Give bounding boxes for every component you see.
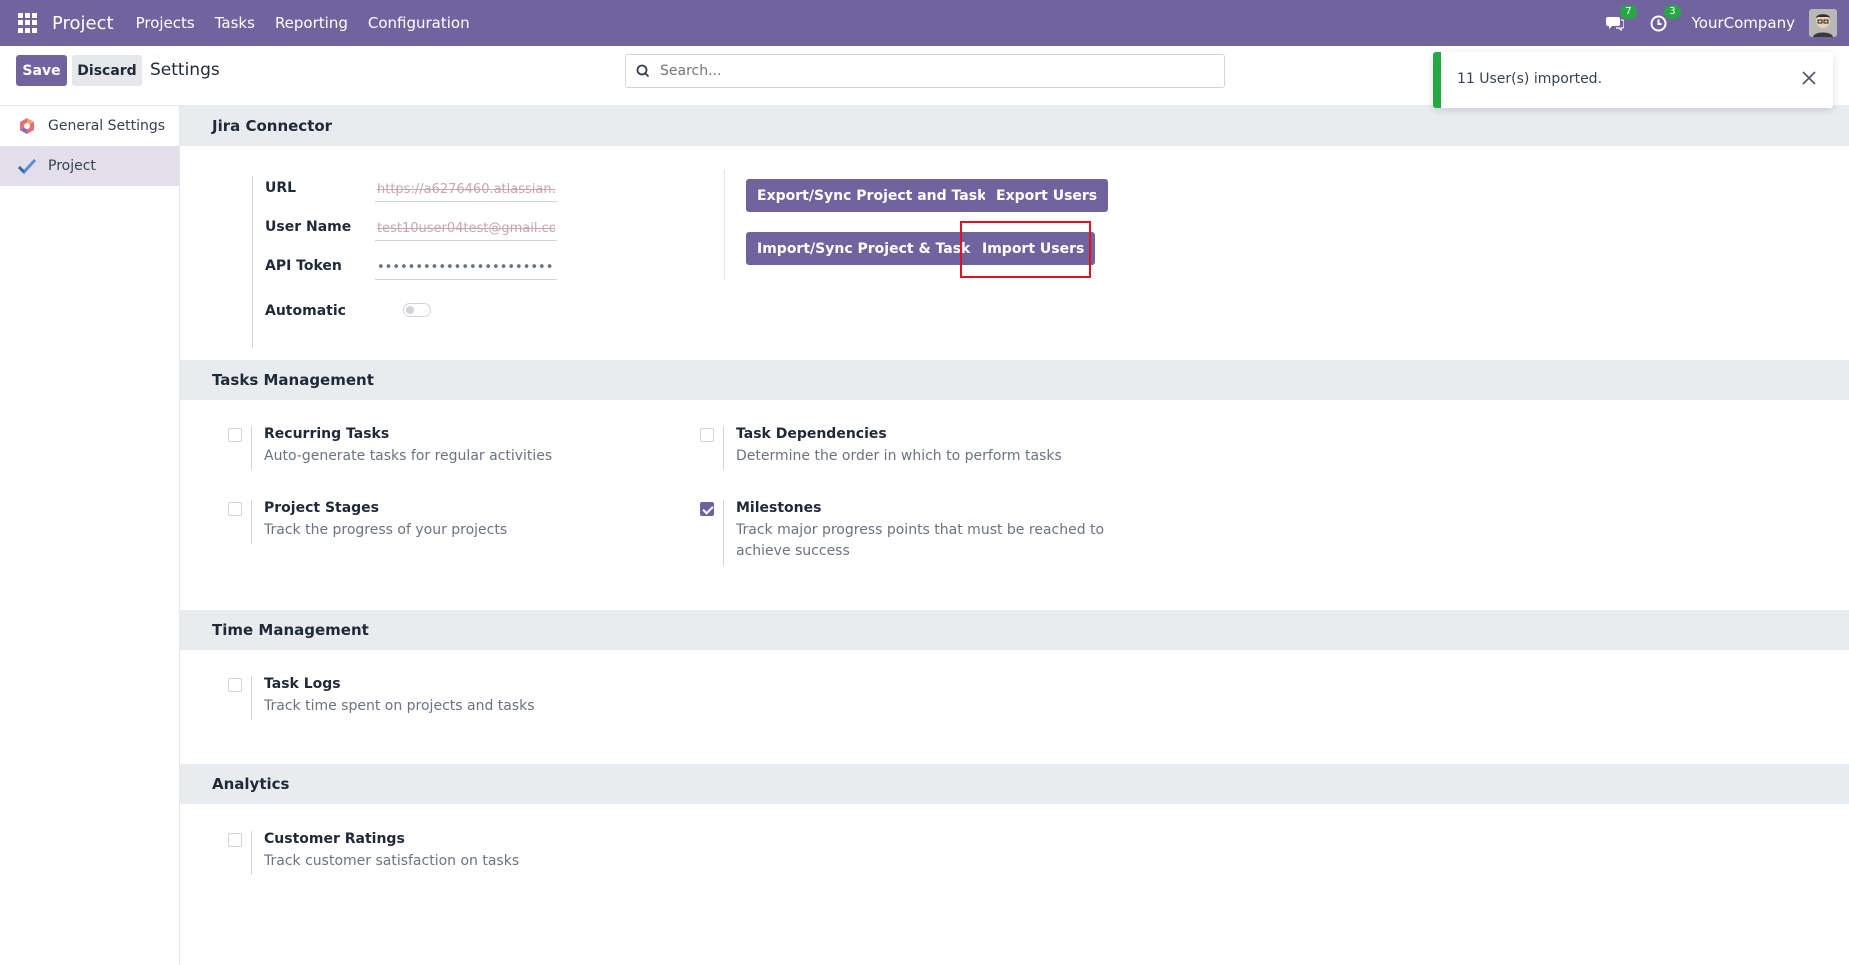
menu-projects[interactable]: Projects	[136, 14, 195, 32]
option-title: Project Stages	[264, 500, 380, 516]
menu-tasks[interactable]: Tasks	[215, 14, 255, 32]
jira-credentials: URL User Name API Token Automatic	[252, 176, 582, 348]
option-desc: Track major progress points that must be…	[736, 522, 1105, 559]
search-input[interactable]	[660, 63, 1200, 79]
option-desc: Auto-generate tasks for regular activiti…	[264, 448, 553, 464]
task-dependencies-checkbox[interactable]	[700, 428, 714, 442]
sidebar-item-label: Project	[48, 158, 96, 174]
messages-count-badge: 7	[1620, 5, 1637, 19]
option-divider	[251, 500, 252, 544]
option-title: Task Dependencies	[736, 426, 887, 442]
option-desc: Determine the order in which to perform …	[736, 448, 1062, 464]
option-task-logs: Task Logs Track time spent on projects a…	[228, 676, 648, 720]
option-divider	[723, 426, 724, 470]
automatic-toggle[interactable]	[403, 303, 431, 317]
option-divider	[723, 500, 724, 566]
option-milestones: Milestones Track major progress points t…	[700, 500, 1120, 566]
option-desc: Track customer satisfaction on tasks	[264, 853, 520, 869]
section-tasks-management: Tasks Management	[180, 360, 1849, 400]
clock-icon	[1650, 15, 1667, 31]
username-label: User Name	[265, 219, 352, 235]
success-notification: 11 User(s) imported.	[1433, 52, 1833, 108]
option-desc: Track time spent on projects and tasks	[264, 698, 535, 714]
activities-count-badge: 3	[1664, 5, 1681, 19]
breadcrumb: Settings	[150, 60, 220, 80]
menu-configuration[interactable]: Configuration	[368, 14, 470, 32]
activities-button[interactable]: 3	[1648, 5, 1681, 34]
option-title: Customer Ratings	[264, 831, 405, 847]
messages-button[interactable]: 7	[1604, 5, 1637, 34]
sidebar-item-label: General Settings	[48, 118, 166, 134]
task-logs-checkbox[interactable]	[228, 678, 242, 692]
option-task-dependencies: Task Dependencies Determine the order in…	[700, 426, 1120, 470]
option-title: Recurring Tasks	[264, 426, 390, 442]
sidebar-item-project[interactable]: Project	[0, 146, 179, 186]
apps-grid-icon[interactable]	[18, 13, 38, 33]
automatic-label: Automatic	[265, 303, 346, 319]
username-field[interactable]	[375, 219, 557, 241]
section-time-management: Time Management	[180, 610, 1849, 650]
option-title: Milestones	[736, 500, 822, 516]
export-sync-project-tasks-button[interactable]: Export/Sync Project and Tasks	[746, 179, 1006, 212]
chat-icon	[1605, 17, 1624, 31]
option-title: Task Logs	[264, 676, 341, 692]
customer-ratings-checkbox[interactable]	[228, 833, 242, 847]
option-divider	[251, 831, 252, 875]
export-users-button[interactable]: Export Users	[985, 179, 1109, 212]
menu-reporting[interactable]: Reporting	[275, 14, 348, 32]
option-project-stages: Project Stages Track the progress of you…	[228, 500, 648, 544]
user-avatar[interactable]	[1809, 9, 1837, 37]
section-analytics: Analytics	[180, 764, 1849, 804]
project-stages-checkbox[interactable]	[228, 502, 242, 516]
option-recurring-tasks: Recurring Tasks Auto-generate tasks for …	[228, 426, 648, 470]
api-token-label: API Token	[265, 258, 342, 274]
discard-button[interactable]: Discard	[72, 55, 142, 86]
search-box[interactable]	[625, 54, 1225, 88]
close-icon[interactable]	[1799, 68, 1819, 88]
sidebar-item-general-settings[interactable]: General Settings	[0, 106, 179, 146]
app-name[interactable]: Project	[52, 13, 114, 34]
section-jira-connector: Jira Connector	[180, 106, 1849, 146]
option-customer-ratings: Customer Ratings Track customer satisfac…	[228, 831, 648, 875]
option-divider	[251, 676, 252, 720]
divider	[724, 170, 725, 280]
project-check-icon	[18, 157, 36, 175]
odoo-logo-icon	[18, 117, 36, 135]
recurring-tasks-checkbox[interactable]	[228, 428, 242, 442]
api-token-field[interactable]	[375, 258, 557, 280]
company-switcher[interactable]: YourCompany	[1692, 14, 1795, 32]
notification-message: 11 User(s) imported.	[1457, 71, 1603, 87]
import-sync-project-tasks-button[interactable]: Import/Sync Project & Tasks	[746, 232, 990, 265]
import-users-highlight	[960, 221, 1091, 278]
top-navbar: Project Projects Tasks Reporting Configu…	[0, 0, 1849, 46]
save-button[interactable]: Save	[16, 55, 67, 86]
url-label: URL	[265, 180, 297, 196]
settings-sidebar: General Settings Project	[0, 106, 180, 965]
option-desc: Track the progress of your projects	[264, 522, 508, 538]
option-divider	[251, 426, 252, 470]
user-avatar-icon	[1809, 9, 1837, 37]
url-field[interactable]	[375, 180, 557, 202]
settings-content: Jira Connector URL User Name API Token A…	[180, 106, 1849, 965]
milestones-checkbox[interactable]	[700, 502, 714, 516]
search-icon	[636, 64, 650, 78]
